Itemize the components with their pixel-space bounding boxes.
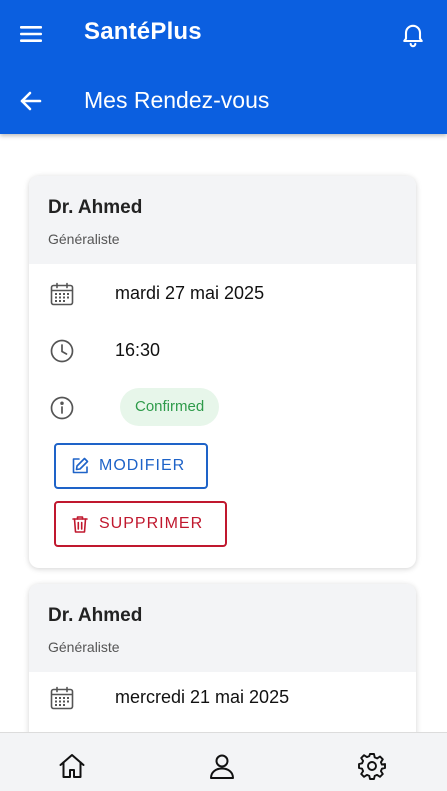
page-title: Mes Rendez-vous	[84, 87, 270, 113]
appointment-card: Dr. Ahmed Généraliste mardi 27 mai 2025	[29, 176, 416, 568]
appointments-list[interactable]: Dr. Ahmed Généraliste mardi 27 mai 2025	[0, 134, 447, 732]
appointment-date: mercredi 21 mai 2025	[115, 687, 290, 707]
doctor-name: Dr. Ahmed	[48, 605, 143, 626]
appointment-time-row: 16:30	[29, 331, 416, 371]
appointment-date: mardi 27 mai 2025	[115, 283, 265, 303]
appointment-status-row: Confirmed	[29, 388, 416, 428]
user-icon[interactable]	[207, 751, 237, 781]
arrow-back-icon[interactable]	[18, 88, 44, 114]
calendar-icon	[49, 685, 75, 711]
appointment-date-row: mardi 27 mai 2025	[29, 274, 416, 314]
modify-button[interactable]: MODIFIER	[54, 443, 208, 489]
menu-icon[interactable]	[18, 21, 44, 47]
app-brand: SantéPlus	[84, 18, 202, 45]
doctor-specialty: Généraliste	[48, 231, 120, 247]
delete-button[interactable]: SUPPRIMER	[54, 501, 227, 547]
status-badge: Confirmed	[120, 388, 220, 426]
home-icon[interactable]	[57, 751, 87, 781]
delete-button-label: SUPPRIMER	[99, 515, 204, 532]
clock-icon	[49, 338, 75, 364]
modify-button-label: MODIFIER	[99, 457, 186, 474]
page-header: Mes Rendez-vous	[0, 68, 447, 134]
appointment-date-row: mercredi 21 mai 2025	[29, 678, 416, 718]
appointment-card-header: Dr. Ahmed Généraliste	[29, 176, 416, 264]
bell-icon[interactable]	[399, 20, 427, 48]
bottom-navigation	[0, 732, 447, 791]
settings-icon[interactable]	[357, 751, 387, 781]
trash-icon	[70, 514, 90, 534]
app-bar: SantéPlus	[0, 0, 447, 68]
calendar-icon	[49, 281, 75, 307]
appointment-time: 16:30	[115, 340, 161, 360]
doctor-name: Dr. Ahmed	[48, 197, 143, 218]
info-icon	[49, 395, 75, 421]
doctor-specialty: Généraliste	[48, 639, 120, 655]
edit-icon	[70, 456, 90, 476]
appointment-card-header: Dr. Ahmed Généraliste	[29, 584, 416, 672]
appointment-card: Dr. Ahmed Généraliste mercredi 21 mai 20…	[29, 584, 416, 732]
